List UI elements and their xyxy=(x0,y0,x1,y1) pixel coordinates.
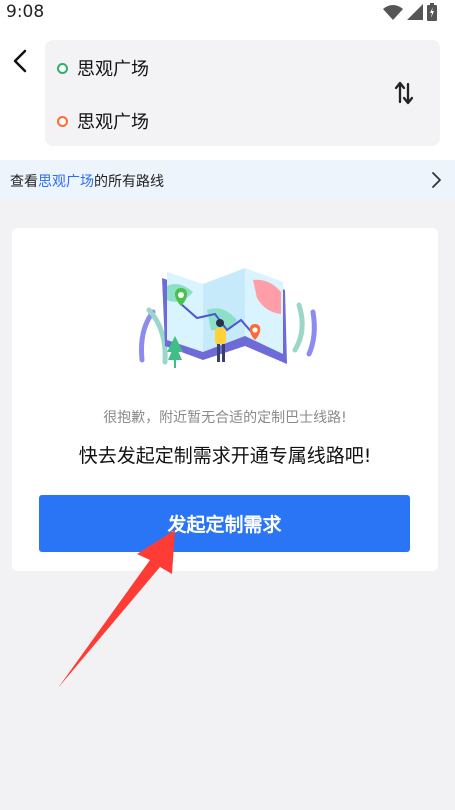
destination-name: 思观广场 xyxy=(77,112,149,133)
signal-icon xyxy=(407,4,423,20)
all-routes-banner[interactable]: 查看思观广场的所有路线 xyxy=(0,160,455,201)
start-custom-request-button[interactable]: 发起定制需求 xyxy=(39,495,410,552)
wifi-icon xyxy=(383,5,403,20)
swap-icon[interactable] xyxy=(393,80,415,106)
origin-name: 思观广场 xyxy=(77,59,149,80)
no-routes-message: 很抱歉，附近暂无合适的定制巴士线路! xyxy=(103,410,347,426)
status-bar: 9:08 xyxy=(0,0,455,26)
route-selector: 思观广场 思观广场 xyxy=(45,40,440,146)
destination-dot-icon xyxy=(57,115,68,127)
map-illustration xyxy=(139,268,317,368)
back-icon[interactable] xyxy=(8,46,34,76)
origin-row[interactable]: 思观广场 xyxy=(57,55,149,81)
empty-state-card: 很抱歉，附近暂无合适的定制巴士线路! 快去发起定制需求开通专属线路吧! 发起定制… xyxy=(12,228,438,571)
banner-text: 查看思观广场的所有路线 xyxy=(10,173,164,190)
chevron-right-icon xyxy=(432,172,441,188)
destination-row[interactable]: 思观广场 xyxy=(57,108,149,134)
origin-dot-icon xyxy=(57,62,68,74)
status-time: 9:08 xyxy=(6,2,45,22)
battery-icon xyxy=(427,3,437,21)
banner-station: 思观广场 xyxy=(38,173,94,190)
custom-request-prompt: 快去发起定制需求开通专属线路吧! xyxy=(78,445,372,467)
